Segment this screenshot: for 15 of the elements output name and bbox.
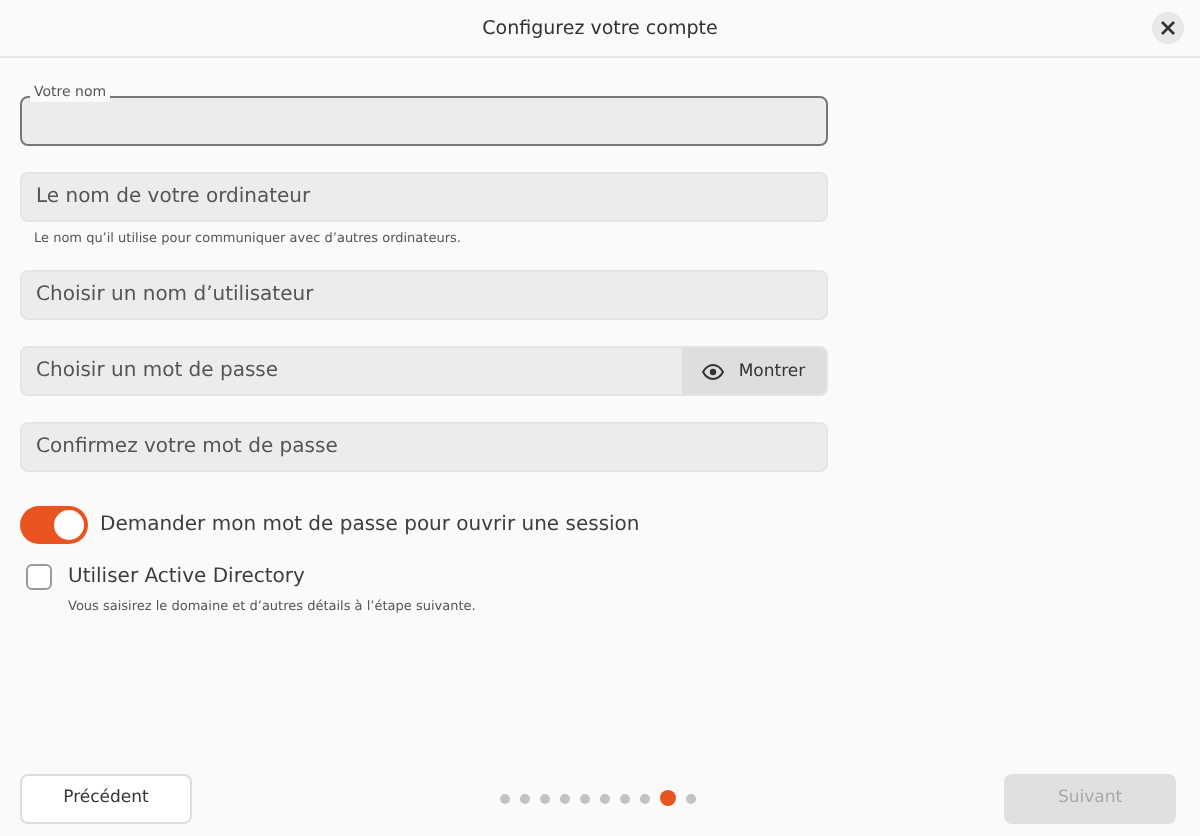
password-field[interactable]: Choisir un mot de passe Montrer: [20, 346, 828, 396]
input-field[interactable]: Choisir un nom d’utilisateur: [20, 270, 828, 320]
back-button[interactable]: Précédent: [20, 773, 192, 823]
eye-icon: [702, 363, 725, 379]
checkbox[interactable]: [26, 564, 52, 590]
close-button[interactable]: [1152, 12, 1184, 44]
close-icon: [1160, 20, 1176, 36]
toggle-switch[interactable]: [20, 505, 88, 543]
checkbox-label: Utiliser Active Directory: [68, 566, 305, 588]
toggle-label: Demander mon mot de passe pour ouvrir une session: [100, 513, 640, 535]
name-field[interactable]: [20, 96, 828, 146]
input-field[interactable]: Confirmez votre mot de passe: [20, 422, 828, 472]
input-field[interactable]: Le nom de votre ordinateur: [20, 172, 828, 222]
window-title: Configurez votre compte: [482, 17, 718, 39]
show-button[interactable]: Montrer: [682, 348, 826, 394]
